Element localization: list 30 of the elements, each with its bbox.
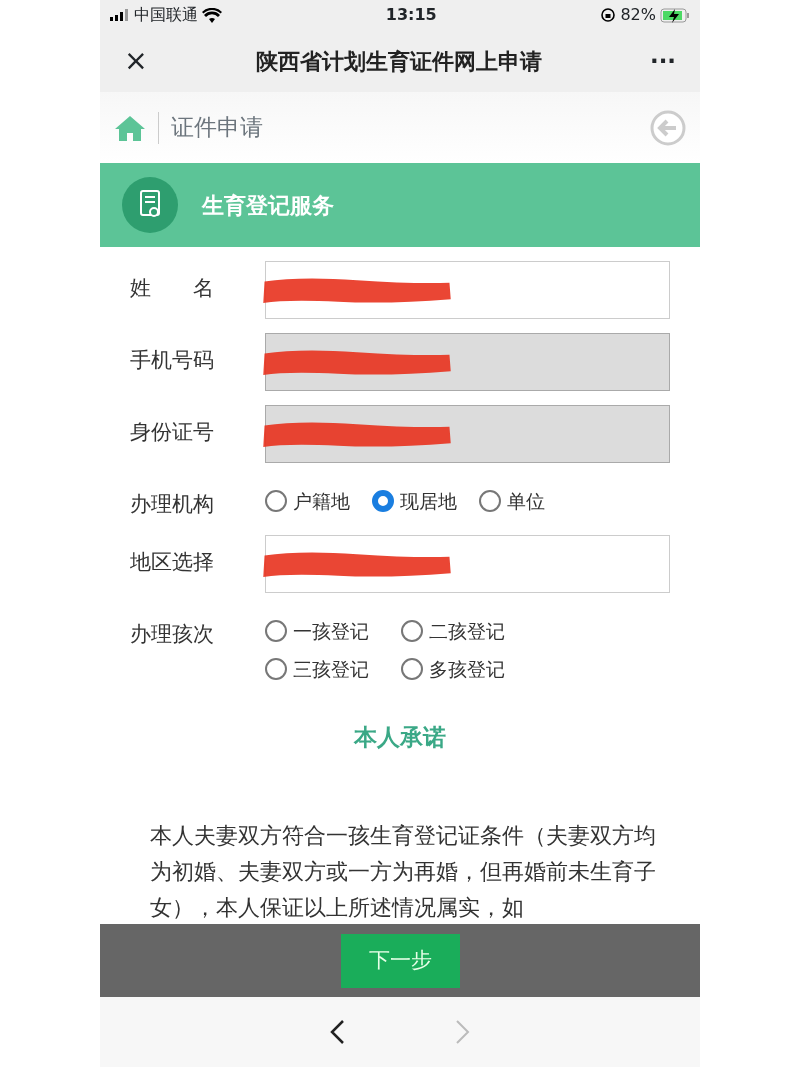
status-time: 13:15	[385, 4, 437, 26]
radio-option[interactable]: 户籍地	[265, 487, 350, 516]
field-label: 办理孩次	[130, 620, 215, 648]
radio-option[interactable]: 一孩登记	[265, 616, 381, 645]
pledge-title: 本人承诺	[352, 722, 447, 752]
pledge-text: 本人夫妻双方符合一孩生育登记证条件（夫妻双方均为初婚、夫妻双方或一方为再婚，但再婚前未生育子女），本人保证以上所述情况属实，如	[150, 822, 657, 922]
home-icon[interactable]	[114, 113, 146, 142]
radio-option[interactable]: 单位	[479, 487, 545, 516]
radio-option[interactable]: 二孩登记	[401, 616, 517, 645]
field-label: 手机号码	[130, 347, 215, 374]
battery-percent: 82%	[620, 4, 656, 26]
window-title: 陕西省计划生育证件网上申请	[255, 47, 542, 76]
signal-icon	[110, 9, 130, 21]
carrier-name: 中国联通	[134, 4, 198, 26]
field-label: 地区选择	[130, 548, 215, 576]
radio-option[interactable]: 三孩登记	[265, 655, 381, 684]
wifi-icon	[202, 7, 222, 23]
radio-option[interactable]: 多孩登记	[401, 655, 517, 684]
field-label: 办理机构	[130, 491, 215, 518]
certificate-icon	[122, 177, 178, 233]
close-button[interactable]: ×	[124, 46, 148, 76]
field-label: 身份证号	[130, 419, 215, 446]
input-field[interactable]	[265, 534, 670, 593]
input-field[interactable]	[265, 261, 670, 319]
rotation-lock-icon	[600, 7, 617, 23]
more-button[interactable]: ···	[650, 43, 676, 79]
field-label: 姓 名	[130, 275, 215, 302]
section-title: 生育登记服务	[202, 191, 334, 220]
breadcrumb-label: 证件申请	[171, 113, 263, 143]
radio-option[interactable]: 现居地	[372, 487, 457, 516]
